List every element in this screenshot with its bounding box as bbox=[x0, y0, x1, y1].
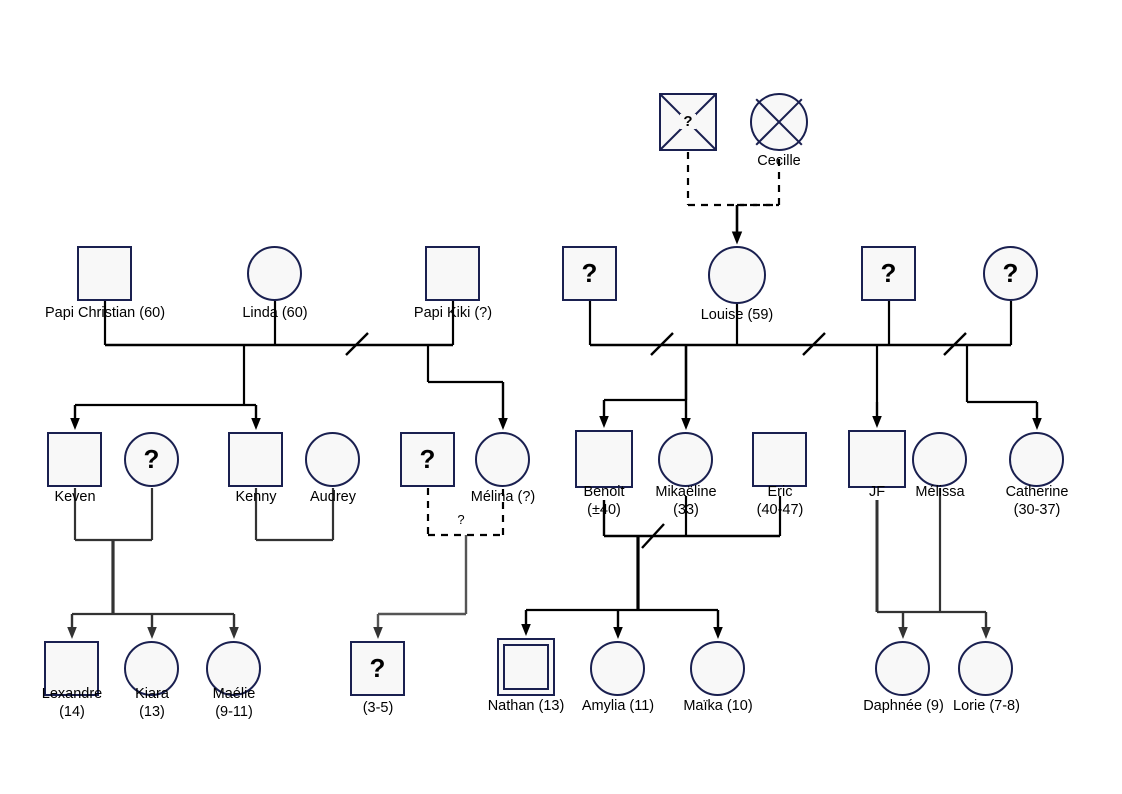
person-papi-christian[interactable] bbox=[77, 246, 132, 301]
person-kiara[interactable] bbox=[124, 641, 179, 696]
index-person-inner-border bbox=[503, 644, 549, 690]
genogram-canvas: ? ? Cecille Papi Christian (60) Linda (6… bbox=[0, 0, 1122, 794]
person-maika[interactable] bbox=[690, 641, 745, 696]
unknown-glyph: ? bbox=[581, 257, 598, 288]
person-melissa[interactable] bbox=[912, 432, 967, 487]
person-unknown-partner-1[interactable]: ? bbox=[562, 246, 617, 301]
edge-union-unknown-cecille bbox=[686, 152, 781, 207]
person-maelie[interactable] bbox=[206, 641, 261, 696]
unknown-glyph: ? bbox=[1002, 257, 1019, 288]
person-catherine[interactable] bbox=[1009, 432, 1064, 487]
person-keven[interactable] bbox=[47, 432, 102, 487]
person-mikaeline[interactable] bbox=[658, 432, 713, 487]
person-melina-partner[interactable]: ? bbox=[400, 432, 455, 487]
unknown-glyph: ? bbox=[369, 652, 386, 683]
person-louise[interactable] bbox=[708, 246, 766, 304]
person-unknown-partner-3[interactable]: ? bbox=[983, 246, 1038, 301]
person-melina-child[interactable]: ? bbox=[350, 641, 405, 696]
unknown-glyph: ? bbox=[880, 257, 897, 288]
person-benoit[interactable] bbox=[575, 430, 633, 488]
person-lorie[interactable] bbox=[958, 641, 1013, 696]
person-audrey[interactable] bbox=[305, 432, 360, 487]
person-eric[interactable] bbox=[752, 432, 807, 487]
edge-union-melina bbox=[426, 488, 505, 537]
person-linda[interactable] bbox=[247, 246, 302, 301]
unknown-glyph: ? bbox=[680, 113, 696, 129]
person-unknown-partner-2[interactable]: ? bbox=[861, 246, 916, 301]
uncertain-link-marker: ? bbox=[457, 512, 464, 527]
person-keven-partner[interactable]: ? bbox=[124, 432, 179, 487]
person-unknown-father-of-louise[interactable]: ? bbox=[659, 93, 717, 151]
person-nathan[interactable] bbox=[497, 638, 555, 696]
person-lexandre[interactable] bbox=[44, 641, 99, 696]
person-melina[interactable] bbox=[475, 432, 530, 487]
person-kenny[interactable] bbox=[228, 432, 283, 487]
person-cecille[interactable] bbox=[750, 93, 808, 151]
unknown-glyph: ? bbox=[419, 443, 436, 474]
person-papi-kiki[interactable] bbox=[425, 246, 480, 301]
person-amylia[interactable] bbox=[590, 641, 645, 696]
person-daphnee[interactable] bbox=[875, 641, 930, 696]
person-jf[interactable] bbox=[848, 430, 906, 488]
unknown-glyph: ? bbox=[143, 443, 160, 474]
deceased-cross-icon bbox=[755, 98, 803, 146]
